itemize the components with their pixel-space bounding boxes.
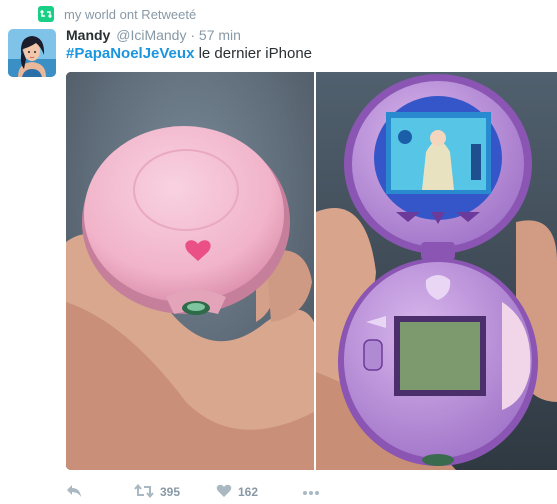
author-handle[interactable]: @IciMandy	[116, 27, 186, 43]
like-button[interactable]: 162	[216, 484, 302, 501]
tweet-timestamp[interactable]: 57 min	[199, 27, 241, 43]
author-name[interactable]: Mandy	[66, 27, 110, 43]
retweet-icon	[38, 6, 54, 22]
heart-icon	[216, 484, 232, 501]
more-button[interactable]	[302, 485, 320, 499]
tweet-body: le dernier iPhone	[194, 45, 312, 62]
tweet-actions: 395 162	[66, 482, 557, 502]
tweet-header: Mandy @IciMandy · 57 min	[66, 27, 241, 43]
retweet-context: my world ont Retweeté	[38, 5, 196, 23]
retweet-button[interactable]: 395	[134, 483, 216, 501]
retweet-context-text[interactable]: my world ont Retweeté	[64, 7, 196, 22]
like-count: 162	[238, 485, 259, 499]
tweet-text: #PapaNoelJeVeux le dernier iPhone	[66, 45, 312, 62]
media-grid	[66, 72, 557, 470]
reply-button[interactable]	[66, 484, 134, 501]
hashtag-link[interactable]: #PapaNoelJeVeux	[66, 45, 194, 62]
separator: ·	[190, 27, 196, 43]
more-icon	[302, 485, 320, 499]
avatar[interactable]	[8, 29, 56, 77]
pink-toy-closed-photo[interactable]	[66, 72, 314, 470]
reply-icon	[66, 484, 82, 501]
retweet-icon	[134, 483, 154, 501]
purple-toy-open-photo[interactable]	[316, 72, 557, 470]
retweet-count: 395	[160, 485, 181, 499]
